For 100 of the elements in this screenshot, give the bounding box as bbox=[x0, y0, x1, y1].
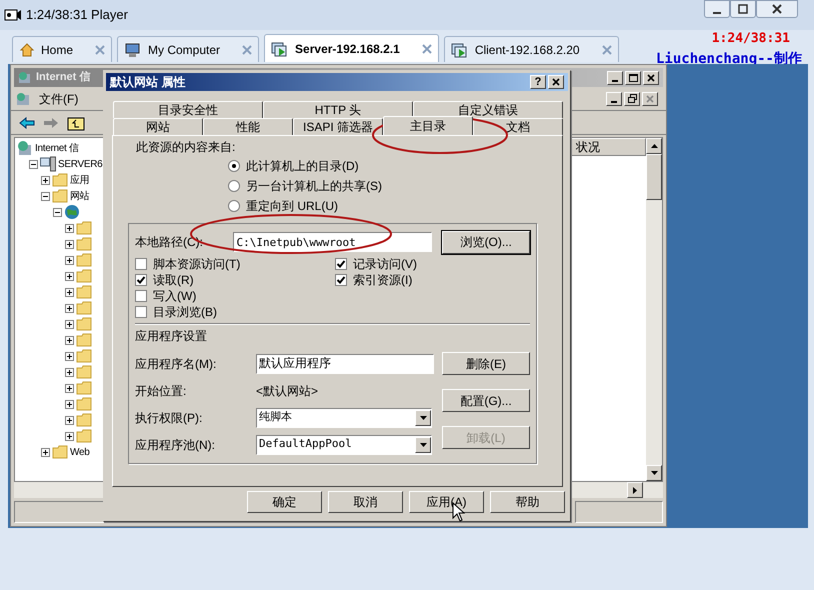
maximize-icon bbox=[738, 4, 748, 14]
dropdown-arrow-icon[interactable] bbox=[420, 442, 426, 446]
radio-button[interactable] bbox=[228, 160, 240, 172]
dialog-button[interactable]: 帮助 bbox=[490, 491, 565, 513]
dropdown-arrow-icon[interactable] bbox=[420, 416, 426, 420]
folder-icon bbox=[76, 365, 92, 379]
browse-button[interactable]: 浏览(O)... bbox=[442, 230, 530, 254]
folder-icon bbox=[76, 237, 92, 251]
field-label: 应用程序池(N): bbox=[135, 436, 216, 454]
collapse-icon[interactable] bbox=[29, 160, 38, 168]
tree-item[interactable]: 网站 bbox=[70, 188, 90, 204]
tab[interactable]: Client-192.168.2.20 bbox=[444, 36, 619, 62]
expand-icon[interactable] bbox=[65, 432, 74, 440]
column-header[interactable]: 状况 bbox=[571, 138, 646, 156]
expand-icon[interactable] bbox=[65, 320, 74, 328]
checkbox-label[interactable]: 写入(W) bbox=[153, 287, 196, 305]
expand-icon[interactable] bbox=[65, 288, 74, 296]
radio-button[interactable] bbox=[228, 200, 240, 212]
tree-item[interactable]: 应用 bbox=[70, 172, 90, 188]
help-button[interactable]: ? bbox=[530, 75, 546, 89]
close-icon[interactable] bbox=[422, 44, 432, 54]
restore-icon bbox=[628, 94, 636, 103]
expand-icon[interactable] bbox=[65, 304, 74, 312]
tree-item[interactable]: SERVER6 bbox=[58, 156, 102, 172]
expand-icon[interactable] bbox=[41, 176, 50, 184]
tab[interactable]: My Computer bbox=[117, 36, 260, 62]
tab[interactable]: 自定义错误 bbox=[413, 101, 563, 118]
action-button[interactable]: 配置(G)... bbox=[442, 389, 530, 412]
radio-label[interactable]: 另一台计算机上的共享(S) bbox=[246, 177, 382, 195]
radio-label[interactable]: 重定向到 URL(U) bbox=[246, 197, 338, 215]
folder-icon bbox=[76, 397, 92, 411]
down-arrow-icon[interactable] bbox=[650, 471, 658, 475]
right-arrow-icon[interactable] bbox=[633, 486, 637, 494]
dialog-button[interactable]: 确定 bbox=[247, 491, 322, 513]
radio-label[interactable]: 此计算机上的目录(D) bbox=[246, 157, 359, 175]
tab[interactable]: 网站 bbox=[113, 118, 203, 135]
tab[interactable]: Server-192.168.2.1 bbox=[264, 34, 439, 62]
window-title: 1:24/38:31 Player bbox=[26, 6, 128, 24]
field-value: <默认网站> bbox=[256, 382, 318, 400]
expand-icon[interactable] bbox=[65, 272, 74, 280]
close-button[interactable] bbox=[756, 0, 798, 18]
action-button[interactable]: 删除(E) bbox=[442, 352, 530, 375]
up-arrow-icon[interactable] bbox=[650, 144, 658, 148]
checkbox[interactable] bbox=[135, 306, 147, 318]
tab[interactable]: HTTP 头 bbox=[263, 101, 413, 118]
close-icon bbox=[552, 78, 560, 86]
tab[interactable]: 目录安全性 bbox=[113, 101, 263, 118]
folder-icon bbox=[76, 429, 92, 443]
checkbox[interactable] bbox=[135, 290, 147, 302]
checkbox[interactable] bbox=[335, 274, 347, 286]
tab[interactable]: ISAPI 筛选器 bbox=[293, 118, 383, 135]
up-folder-icon[interactable] bbox=[67, 114, 85, 130]
maximize-button[interactable] bbox=[730, 0, 756, 18]
expand-icon[interactable] bbox=[41, 448, 50, 456]
collapse-icon[interactable] bbox=[53, 208, 62, 216]
expand-icon[interactable] bbox=[65, 384, 74, 392]
checkbox[interactable] bbox=[335, 258, 347, 270]
checkbox-label[interactable]: 读取(R) bbox=[153, 271, 194, 289]
tree-item[interactable]: Web bbox=[70, 444, 90, 460]
folder-icon bbox=[76, 349, 92, 363]
dropdown[interactable]: 纯脚本 bbox=[256, 408, 432, 428]
folder-icon bbox=[76, 269, 92, 283]
expand-icon[interactable] bbox=[65, 400, 74, 408]
tab[interactable]: 文档 bbox=[473, 118, 563, 135]
vertical-scrollbar[interactable] bbox=[646, 138, 662, 481]
checkbox-label[interactable]: 索引资源(I) bbox=[353, 271, 412, 289]
restore-button[interactable] bbox=[624, 92, 640, 106]
tab[interactable]: 性能 bbox=[203, 118, 293, 135]
close-icon bbox=[647, 74, 655, 82]
expand-icon[interactable] bbox=[65, 368, 74, 376]
virtual-machine-icon bbox=[271, 40, 290, 56]
application-name-input[interactable]: 默认应用程序 bbox=[256, 354, 434, 374]
window-title: Internet 信 bbox=[36, 70, 90, 86]
checkbox-label[interactable]: 目录浏览(B) bbox=[153, 303, 217, 321]
checkbox-label[interactable]: 脚本资源访问(T) bbox=[153, 255, 240, 273]
minimize-button[interactable] bbox=[704, 0, 730, 18]
checkbox-label[interactable]: 记录访问(V) bbox=[353, 255, 417, 273]
menu-item[interactable]: 文件(F) bbox=[39, 90, 78, 108]
path-input[interactable]: C:\Inetpub\wwwroot bbox=[233, 232, 432, 252]
expand-icon[interactable] bbox=[65, 336, 74, 344]
checkbox[interactable] bbox=[135, 258, 147, 270]
scroll-thumb[interactable] bbox=[646, 154, 662, 200]
expand-icon[interactable] bbox=[65, 256, 74, 264]
home-icon bbox=[19, 42, 35, 58]
checkbox[interactable] bbox=[135, 274, 147, 286]
back-arrow-icon[interactable] bbox=[19, 116, 35, 128]
tab[interactable]: 主目录 bbox=[383, 116, 473, 135]
console-icon bbox=[15, 90, 31, 106]
video-camera-icon bbox=[4, 7, 22, 23]
expand-icon[interactable] bbox=[65, 224, 74, 232]
expand-icon[interactable] bbox=[65, 416, 74, 424]
expand-icon[interactable] bbox=[65, 352, 74, 360]
tab[interactable]: Home bbox=[12, 36, 112, 62]
folder-icon bbox=[76, 317, 92, 331]
tree-item[interactable]: Internet 信 bbox=[35, 140, 79, 156]
dropdown[interactable]: DefaultAppPool bbox=[256, 434, 432, 454]
collapse-icon[interactable] bbox=[41, 192, 50, 200]
radio-button[interactable] bbox=[228, 180, 240, 192]
dialog-button[interactable]: 取消 bbox=[328, 491, 403, 513]
expand-icon[interactable] bbox=[65, 240, 74, 248]
